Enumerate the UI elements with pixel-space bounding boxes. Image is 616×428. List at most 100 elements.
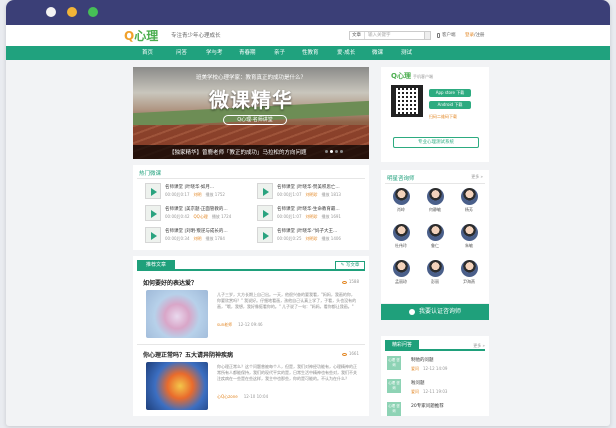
article-excerpt: 儿子三岁，大方长期上自己出。一天，他很兴奋的要我看，"妈妈，我画的你，你要欣赏吗… xyxy=(217,292,357,309)
banner-pill: Q心理·名师讲堂 xyxy=(223,115,287,125)
search-icon[interactable] xyxy=(425,31,431,40)
tab-recommended-articles[interactable]: 推荐文章 xyxy=(137,260,175,271)
banner-pager xyxy=(323,138,343,157)
counselor-card[interactable]: 孟丽琼 xyxy=(389,260,413,285)
articles-header: 推荐文章 ✎ 写文章 xyxy=(137,260,365,271)
qa-item[interactable]: 心理 咨询 制他的问题 爱问 12-12 14:09 xyxy=(387,356,485,376)
qa-title[interactable]: 制他的问题 xyxy=(411,357,434,363)
search-box[interactable]: 文章 输入关键字 xyxy=(349,31,425,40)
divider xyxy=(137,178,365,179)
microclass-meta: 00:00后1:07 刘明珍 播放 1813 xyxy=(277,192,341,197)
avatar xyxy=(392,188,410,205)
microclass-title[interactable]: 名师课堂 |叶晓华·生命教育最... xyxy=(277,206,340,212)
login-register-link[interactable]: 登录/注册 xyxy=(465,32,485,38)
nav-item-test[interactable]: 测试 xyxy=(401,46,412,60)
qa-title[interactable]: 20专家问题推荐 xyxy=(411,403,444,409)
banner-caption[interactable]: 【独家精华】曾鹿老师「教正的成功」马拉松的方向问题 xyxy=(169,148,307,156)
microclass-item[interactable]: 名师课堂 |叶晓华·赞美积思亡... 00:00后1:07 刘明珍 播放 1813 xyxy=(257,183,367,201)
view-count: 1661 xyxy=(341,351,359,356)
main-nav: 首页 问答 学与考 青春期 亲子 性教育 爱·成长 微课 测试 xyxy=(6,46,610,60)
main-content: 班美学校心理学家：教育真正的成功是什么？ 微课精华 Q心理·名师讲堂 【独家精华… xyxy=(6,60,610,426)
article-excerpt: 你心理正常么？这个问题曾被每个人，但是，我们对神经功能有，心理精神的正常所有人都… xyxy=(217,364,357,381)
microclass-title[interactable]: 名师课堂 |刘明·叛逆与成长的... xyxy=(165,228,228,234)
avatar xyxy=(460,224,478,241)
qa-meta: 爱问 12-11 19:03 xyxy=(411,389,448,394)
microclass-item[interactable]: 名师课堂 |刘明·叛逆与成长的... 00:00后0:34 刘明 播放 1784 xyxy=(145,227,255,245)
counselor-card[interactable]: 杜伟玲 xyxy=(389,224,413,249)
counselor-card[interactable]: 何静敏 xyxy=(423,188,447,213)
site-logo[interactable]: Q心理 xyxy=(124,27,158,44)
counselor-card[interactable]: 杨芳 xyxy=(457,188,481,213)
qa-item[interactable]: 心理 咨询 20专家问题推荐 xyxy=(387,402,485,422)
qa-meta: 爱问 12-12 14:09 xyxy=(411,366,448,371)
more-link[interactable]: 更多 » xyxy=(473,343,485,349)
nav-item-parenting[interactable]: 亲子 xyxy=(274,46,285,60)
nav-item-microclass[interactable]: 微课 xyxy=(372,46,383,60)
window-close-dot[interactable] xyxy=(46,7,56,17)
login-link[interactable]: 登录 xyxy=(465,33,474,38)
search-type-select[interactable]: 文章 xyxy=(350,32,365,39)
nav-item-qa[interactable]: 问答 xyxy=(176,46,187,60)
section-title: 热门微课 xyxy=(139,171,162,177)
nav-item-home[interactable]: 首页 xyxy=(142,46,153,60)
pager-dot[interactable] xyxy=(325,150,328,153)
pager-dot[interactable] xyxy=(340,150,343,153)
play-icon xyxy=(145,183,161,199)
window-maximize-dot[interactable] xyxy=(88,7,98,17)
hero-banner[interactable]: 班美学校心理学家：教育真正的成功是什么？ 微课精华 Q心理·名师讲堂 【独家精华… xyxy=(133,67,369,159)
become-counselor-button[interactable]: 我要认证咨询师 xyxy=(381,304,489,320)
ios-download-button[interactable]: App store 下载 xyxy=(429,89,471,97)
qa-title[interactable]: 啦问题 xyxy=(411,380,425,386)
pager-dot[interactable] xyxy=(335,150,338,153)
nav-item-sex-education[interactable]: 性教育 xyxy=(302,46,319,60)
microclass-item[interactable]: 名师课堂 |美京题·正面管教的... 00:00后0:42 QQ心理 播放 1724 xyxy=(145,205,255,223)
search-input[interactable]: 输入关键字 xyxy=(365,33,391,38)
divider xyxy=(137,344,365,345)
register-link[interactable]: /注册 xyxy=(474,33,485,38)
microclass-title[interactable]: 名师课堂 |叶晓华·如月... xyxy=(165,184,214,190)
avatar xyxy=(392,260,410,277)
microclass-item[interactable]: 名师课堂 |叶晓华·"妈子大王... 00:00后0:25 刘明珍 播放 1406 xyxy=(257,227,367,245)
banner-title: 微课精华 xyxy=(209,88,293,112)
psych-test-button[interactable]: 专业心理测试系统 xyxy=(393,137,479,148)
avatar xyxy=(460,188,478,205)
view-count: 1588 xyxy=(341,279,359,284)
play-icon xyxy=(257,227,273,243)
microclass-meta: 00:00后0:34 刘明 播放 1784 xyxy=(165,236,225,241)
article-thumbnail[interactable] xyxy=(146,362,208,410)
counselor-card[interactable]: 尹海燕 xyxy=(457,260,481,285)
qa-item[interactable]: 心理 咨询 啦问题 爱问 12-11 19:03 xyxy=(387,379,485,399)
microclass-meta: 00:00后1:07 刘明珍 播放 1691 xyxy=(277,214,341,219)
divider xyxy=(385,183,485,184)
featured-qa-panel: 精彩问答 更多 » 心理 咨询 制他的问题 爱问 12-12 14:09 心理 咨… xyxy=(381,336,489,416)
qa-category-icon: 心理 咨询 xyxy=(387,379,401,393)
counselor-card[interactable]: 朱敏 xyxy=(457,224,481,249)
tab-featured-qa[interactable]: 精彩问答 xyxy=(385,340,419,351)
microclass-title[interactable]: 名师课堂 |叶晓华·"妈子大王... xyxy=(277,228,337,234)
microclass-title[interactable]: 名师课堂 |美京题·正面管教的... xyxy=(165,206,228,212)
app-link[interactable]: 客户端 xyxy=(442,32,456,38)
pager-dot-active[interactable] xyxy=(330,150,333,153)
write-article-button[interactable]: ✎ 写文章 xyxy=(335,261,365,270)
nav-item-growth[interactable]: 爱·成长 xyxy=(337,46,355,60)
counselor-card[interactable]: 彭丽 xyxy=(423,260,447,285)
phone-icon xyxy=(437,33,440,38)
microclass-title[interactable]: 名师课堂 |叶晓华·赞美积思亡... xyxy=(277,184,340,190)
avatar xyxy=(426,260,444,277)
more-link[interactable]: 更多 » xyxy=(471,174,483,180)
article-thumbnail[interactable] xyxy=(146,290,208,338)
eye-icon xyxy=(341,352,347,356)
nav-item-study[interactable]: 学与考 xyxy=(206,46,223,60)
counselor-card[interactable]: 肖岭 xyxy=(389,188,413,213)
nav-item-puberty[interactable]: 青春期 xyxy=(239,46,256,60)
counselor-card[interactable]: 鲁仁 xyxy=(423,224,447,249)
window-minimize-dot[interactable] xyxy=(67,7,77,17)
microclass-item[interactable]: 名师课堂 |叶晓华·如月... 00:00后0:17 刘明 播放 1752 xyxy=(145,183,255,201)
eye-icon xyxy=(341,280,347,284)
microclass-item[interactable]: 名师课堂 |叶晓华·生命教育最... 00:00后1:07 刘明珍 播放 1691 xyxy=(257,205,367,223)
article-title[interactable]: 你心理正常吗？五大请异阴神疾病 xyxy=(143,350,233,359)
android-download-button[interactable]: Android 下载 xyxy=(429,101,471,109)
wechat-download-link[interactable]: 扫码二维码下载 xyxy=(429,114,457,120)
article-meta: 心Q心zone 12-10 10:04 xyxy=(217,394,269,399)
article-title[interactable]: 如何要好的表达爱？ xyxy=(143,278,197,287)
